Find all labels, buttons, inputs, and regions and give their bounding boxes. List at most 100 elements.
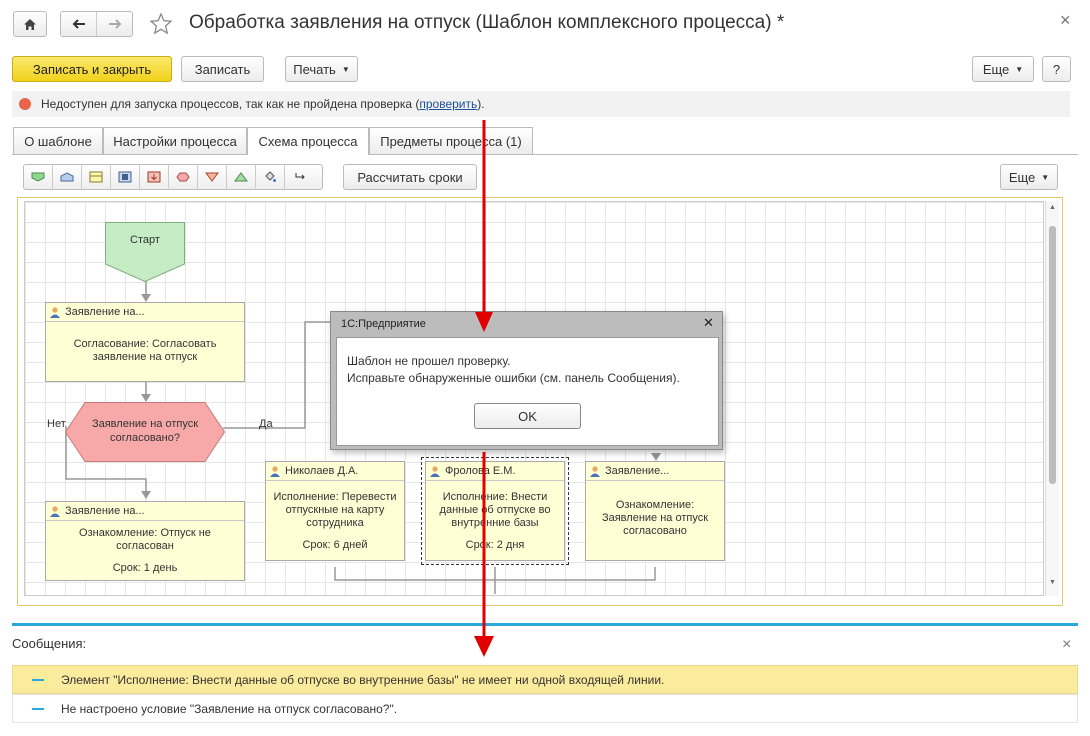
error-status-icon xyxy=(19,98,31,110)
calculate-terms-button[interactable]: Рассчитать сроки xyxy=(343,164,477,190)
scrollbar-thumb[interactable] xyxy=(1049,226,1056,484)
node-header: Фролова Е.М. xyxy=(445,465,516,477)
approved-notice-node[interactable]: Заявление... Ознакомление: Заявление на … xyxy=(585,461,725,561)
tab-process-scheme[interactable]: Схема процесса xyxy=(247,127,369,155)
scheme-more-label: Еще xyxy=(1008,169,1036,185)
forward-button[interactable] xyxy=(97,12,132,36)
message-text: Элемент "Исполнение: Внести данные об от… xyxy=(61,672,665,687)
home-icon xyxy=(24,18,36,30)
print-button[interactable]: Печать ▼ xyxy=(285,56,358,82)
connector-tool-icon[interactable] xyxy=(285,164,314,190)
not-approved-notice-node[interactable]: Заявление на... Ознакомление: Отпуск не … xyxy=(45,501,245,581)
condition-no-label: Нет xyxy=(47,418,66,430)
arrow-left-icon xyxy=(72,19,85,29)
favorite-star-icon[interactable] xyxy=(149,12,173,36)
scroll-up-icon[interactable]: ▲ xyxy=(1049,204,1056,211)
tab-about-template[interactable]: О шаблоне xyxy=(13,127,103,154)
check-link[interactable]: проверить xyxy=(419,97,477,111)
node-term: Срок: 6 дней xyxy=(302,539,368,551)
node-text: заявление на отпуск xyxy=(92,351,198,363)
node-header: Заявление на... xyxy=(65,505,145,517)
split-shape-icon[interactable] xyxy=(198,164,227,190)
scroll-down-icon[interactable]: ▼ xyxy=(1049,579,1056,586)
dialog-close-button[interactable]: ✕ xyxy=(703,315,714,331)
node-text: Ознакомление: Отпуск не xyxy=(79,527,211,539)
canvas-scrollbar[interactable]: ▲ ▼ xyxy=(1045,201,1059,596)
tabs-baseline xyxy=(12,154,1078,155)
node-text: отпускные на карту xyxy=(285,504,385,516)
node-header: Заявление на... xyxy=(65,306,145,318)
dash-icon xyxy=(32,707,44,710)
node-text: Ознакомление: xyxy=(615,499,695,511)
condition-node[interactable]: Заявление на отпуск согласовано? xyxy=(65,402,225,462)
window-title: Обработка заявления на отпуск (Шаблон ко… xyxy=(189,12,785,33)
condition-shape-icon[interactable] xyxy=(169,164,198,190)
task-shape-icon[interactable] xyxy=(82,164,111,190)
node-text: согласовано xyxy=(623,525,687,537)
node-text: Исполнение: Внести xyxy=(442,491,548,503)
end-shape-icon[interactable] xyxy=(53,164,82,190)
dialog-ok-button[interactable]: OK xyxy=(474,403,581,429)
chevron-down-icon: ▼ xyxy=(341,64,350,74)
condition-yes-label: Да xyxy=(259,418,273,430)
message-row[interactable]: Не настроено условие "Заявление на отпус… xyxy=(12,694,1078,723)
modal-dialog: 1С:Предприятие ✕ Шаблон не прошел провер… xyxy=(330,311,723,450)
help-button[interactable]: ? xyxy=(1042,56,1071,82)
warning-text: Недоступен для запуска процессов, так ка… xyxy=(41,97,420,111)
user-icon xyxy=(49,505,61,517)
node-text: сотрудника xyxy=(306,517,364,529)
save-button[interactable]: Записать xyxy=(181,56,264,82)
messages-accent-line xyxy=(12,623,1078,626)
message-row[interactable]: Элемент "Исполнение: Внести данные об от… xyxy=(12,665,1078,694)
dialog-message: Шаблон не прошел проверку. xyxy=(347,354,511,368)
user-icon xyxy=(269,465,281,477)
more-label: Еще xyxy=(982,61,1010,77)
transfer-payment-node[interactable]: Николаев Д.А. Исполнение: Перевести отпу… xyxy=(265,461,405,561)
condition-text: согласовано? xyxy=(110,432,180,444)
warning-bar: Недоступен для запуска процессов, так ка… xyxy=(12,91,1070,117)
node-term: Срок: 2 дня xyxy=(465,539,525,551)
more-button[interactable]: Еще ▼ xyxy=(972,56,1034,82)
nav-group xyxy=(60,11,133,37)
print-label: Печать xyxy=(293,61,336,77)
start-node[interactable]: Старт xyxy=(105,222,185,282)
home-button[interactable] xyxy=(13,11,47,37)
node-text: внутренние базы xyxy=(451,517,539,529)
user-icon xyxy=(429,465,441,477)
user-icon xyxy=(49,306,61,318)
back-button[interactable] xyxy=(61,12,97,36)
tab-process-settings[interactable]: Настройки процесса xyxy=(103,127,247,154)
window-close-button[interactable]: × xyxy=(1060,10,1071,31)
node-header: Заявление... xyxy=(605,465,670,477)
fill-tool-icon[interactable] xyxy=(256,164,285,190)
dialog-body: Шаблон не прошел проверку. Исправьте обн… xyxy=(336,337,719,446)
chevron-down-icon: ▼ xyxy=(1015,64,1024,74)
node-text: Согласование: Согласовать xyxy=(73,338,217,350)
node-term: Срок: 1 день xyxy=(112,562,178,574)
enter-data-node[interactable]: Фролова Е.М. Исполнение: Внести данные о… xyxy=(421,457,569,565)
dialog-title: 1С:Предприятие xyxy=(341,318,426,330)
start-node-label: Старт xyxy=(130,234,160,246)
tab-process-subjects[interactable]: Предметы процесса (1) xyxy=(369,127,533,154)
dash-icon xyxy=(32,678,44,681)
action-shape-icon[interactable] xyxy=(140,164,169,190)
node-header: Николаев Д.А. xyxy=(285,465,359,477)
messages-title: Сообщения: xyxy=(12,636,87,651)
start-shape-icon[interactable] xyxy=(24,164,53,190)
warning-tail: ). xyxy=(477,97,485,111)
join-shape-icon[interactable] xyxy=(227,164,256,190)
node-text: согласован xyxy=(116,540,174,552)
subprocess-shape-icon[interactable] xyxy=(111,164,140,190)
dialog-message: Исправьте обнаруженные ошибки (см. панел… xyxy=(347,371,680,385)
chevron-down-icon: ▼ xyxy=(1041,172,1050,182)
approval-task-node[interactable]: Заявление на... Согласование: Согласоват… xyxy=(45,302,245,382)
messages-close-button[interactable]: × xyxy=(1062,636,1071,654)
node-text: данные об отпуске во xyxy=(439,504,551,516)
message-text: Не настроено условие "Заявление на отпус… xyxy=(61,701,398,716)
node-text: Исполнение: Перевести xyxy=(273,491,397,503)
arrow-right-icon xyxy=(108,19,121,29)
scheme-more-button[interactable]: Еще ▼ xyxy=(1000,164,1058,190)
save-and-close-button[interactable]: Записать и закрыть xyxy=(12,56,172,82)
condition-text: Заявление на отпуск xyxy=(91,418,199,430)
node-text: Заявление на отпуск xyxy=(601,512,709,524)
